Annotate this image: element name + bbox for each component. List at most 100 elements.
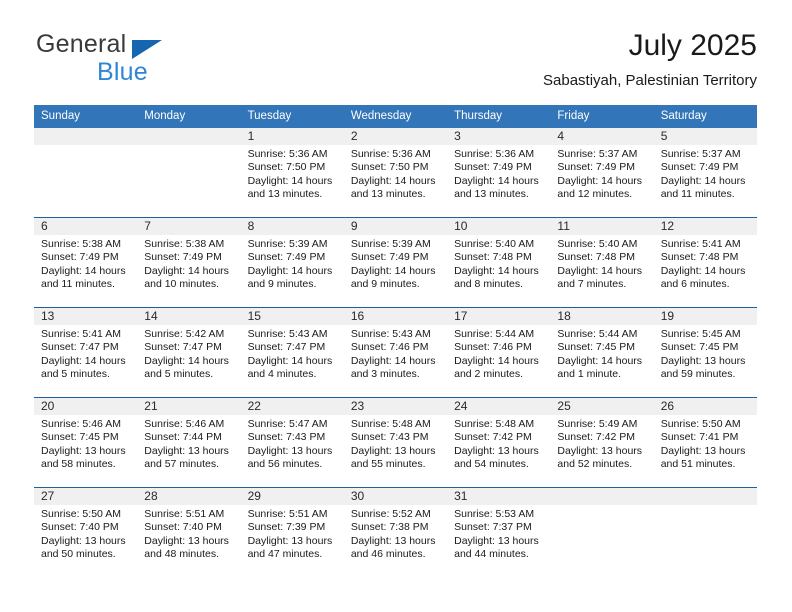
calendar-week-row: 27 Sunrise: 5:50 AM Sunset: 7:40 PM Dayligh… — [34, 487, 757, 577]
daylight-text-line1: Daylight: 14 hours — [144, 354, 229, 367]
calendar-day-cell[interactable]: 28 Sunrise: 5:51 AM Sunset: 7:40 PM Dayligh… — [137, 487, 241, 577]
sunrise-text: Sunrise: 5:44 AM — [454, 328, 535, 340]
sunrise-text: Sunrise: 5:46 AM — [144, 418, 225, 430]
daylight-text-line1: Daylight: 13 hours — [660, 354, 746, 367]
daylight-text-line2: and 52 minutes. — [557, 458, 633, 471]
day-number: 3 — [447, 128, 551, 145]
sunset-text: Sunset: 7:45 PM — [660, 341, 739, 354]
calendar-day-cell[interactable]: 19 Sunrise: 5:45 AM Sunset: 7:45 PM Dayligh… — [653, 307, 757, 398]
day-cell-content: 25 Sunrise: 5:49 AM Sunset: 7:42 PM Dayligh… — [550, 398, 654, 487]
calendar-day-cell[interactable]: 25 Sunrise: 5:49 AM Sunset: 7:42 PM Dayligh… — [550, 397, 654, 488]
daylight-text-line1: Daylight: 14 hours — [247, 354, 333, 367]
daylight-text-line2: and 2 minutes. — [454, 368, 524, 381]
day-cell-content: 26 Sunrise: 5:50 AM Sunset: 7:41 PM Dayligh… — [653, 398, 757, 487]
calendar-day-cell[interactable]: 15 Sunrise: 5:43 AM Sunset: 7:47 PM Dayligh… — [240, 307, 344, 398]
calendar-day-cell[interactable]: 24 Sunrise: 5:48 AM Sunset: 7:42 PM Dayligh… — [447, 397, 551, 488]
sunset-text: Sunset: 7:45 PM — [41, 431, 119, 444]
daylight-text-line1: Daylight: 13 hours — [144, 444, 229, 457]
calendar-day-cell[interactable]: 16 Sunrise: 5:43 AM Sunset: 7:46 PM Dayligh… — [343, 307, 448, 398]
calendar-week-row: 1 Sunrise: 5:36 AM Sunset: 7:50 PM Daylight… — [34, 128, 757, 218]
daylight-text-line2: and 56 minutes. — [247, 458, 323, 471]
day-cell-content: 4 Sunrise: 5:37 AM Sunset: 7:49 PM Daylight… — [550, 128, 654, 217]
calendar-day-cell[interactable]: 27 Sunrise: 5:50 AM Sunset: 7:40 PM Dayligh… — [34, 487, 138, 577]
calendar-day-cell[interactable]: 26 Sunrise: 5:50 AM Sunset: 7:41 PM Dayligh… — [653, 397, 757, 488]
calendar-day-cell[interactable]: 10 Sunrise: 5:40 AM Sunset: 7:48 PM Dayligh… — [447, 217, 551, 308]
sunrise-text: Sunrise: 5:41 AM — [660, 238, 741, 250]
daylight-text-line2: and 11 minutes. — [41, 278, 115, 291]
day-cell-content: 5 Sunrise: 5:37 AM Sunset: 7:49 PM Daylight… — [653, 128, 757, 217]
daylight-text-line2: and 50 minutes. — [41, 548, 116, 561]
daylight-text-line1: Daylight: 14 hours — [144, 264, 229, 277]
daylight-text-line1: Daylight: 13 hours — [144, 534, 229, 547]
daylight-text-line1: Daylight: 14 hours — [454, 174, 539, 187]
sunset-text: Sunset: 7:45 PM — [557, 341, 636, 354]
day-number: 21 — [137, 398, 241, 415]
calendar-day-cell[interactable]: 6 Sunrise: 5:38 AM Sunset: 7:49 PM Daylight… — [34, 217, 138, 308]
sunset-text: Sunset: 7:47 PM — [247, 341, 326, 354]
day-cell-content: 16 Sunrise: 5:43 AM Sunset: 7:46 PM Dayligh… — [343, 308, 448, 397]
calendar-day-cell[interactable]: 8 Sunrise: 5:39 AM Sunset: 7:49 PM Daylight… — [240, 217, 344, 308]
calendar-day-cell[interactable]: 31 Sunrise: 5:53 AM Sunset: 7:37 PM Dayligh… — [447, 487, 551, 577]
sunrise-text: Sunrise: 5:40 AM — [454, 238, 535, 250]
day-cell-content: 17 Sunrise: 5:44 AM Sunset: 7:46 PM Dayligh… — [447, 308, 551, 397]
calendar-day-cell[interactable]: 18 Sunrise: 5:44 AM Sunset: 7:45 PM Dayligh… — [550, 307, 654, 398]
calendar-day-cell[interactable]: 1 Sunrise: 5:36 AM Sunset: 7:50 PM Daylight… — [240, 128, 344, 218]
day-details: Sunrise: 5:50 AM Sunset: 7:41 PM Daylight:… — [654, 415, 757, 472]
calendar-day-cell[interactable]: 17 Sunrise: 5:44 AM Sunset: 7:46 PM Dayligh… — [447, 307, 551, 398]
daylight-text-line1: Daylight: 13 hours — [350, 444, 436, 457]
day-number: 18 — [550, 308, 654, 325]
day-number: 10 — [447, 218, 551, 235]
day-number: 4 — [550, 128, 654, 145]
sunset-text: Sunset: 7:49 PM — [144, 251, 222, 264]
daylight-text-line1: Daylight: 14 hours — [557, 264, 643, 277]
sunrise-text: Sunrise: 5:39 AM — [247, 238, 328, 250]
calendar-day-cell[interactable]: 3 Sunrise: 5:36 AM Sunset: 7:49 PM Daylight… — [447, 128, 551, 218]
logo-triangle-icon — [132, 40, 162, 59]
calendar-day-cell[interactable]: 7 Sunrise: 5:38 AM Sunset: 7:49 PM Daylight… — [137, 217, 241, 308]
calendar-day-cell[interactable]: 12 Sunrise: 5:41 AM Sunset: 7:48 PM Dayligh… — [653, 217, 757, 308]
calendar-day-cell[interactable]: 22 Sunrise: 5:47 AM Sunset: 7:43 PM Dayligh… — [240, 397, 344, 488]
calendar-day-cell[interactable]: 13 Sunrise: 5:41 AM Sunset: 7:47 PM Dayligh… — [34, 307, 138, 398]
sunrise-text: Sunrise: 5:37 AM — [557, 148, 638, 160]
general-blue-logo[interactable]: General Blue — [34, 28, 274, 92]
day-details: Sunrise: 5:44 AM Sunset: 7:45 PM Daylight:… — [550, 325, 653, 382]
day-details: Sunrise: 5:38 AM Sunset: 7:49 PM Daylight:… — [34, 235, 137, 292]
daylight-text-line2: and 55 minutes. — [350, 458, 426, 471]
calendar-day-cell[interactable]: 14 Sunrise: 5:42 AM Sunset: 7:47 PM Dayligh… — [137, 307, 241, 398]
daylight-text-line1: Daylight: 13 hours — [41, 534, 126, 547]
day-cell-content: 10 Sunrise: 5:40 AM Sunset: 7:48 PM Dayligh… — [447, 218, 551, 307]
sunrise-text: Sunrise: 5:38 AM — [41, 238, 121, 250]
calendar-day-cell[interactable]: 21 Sunrise: 5:46 AM Sunset: 7:44 PM Dayligh… — [137, 397, 241, 488]
daylight-text-line1: Daylight: 14 hours — [454, 264, 539, 277]
calendar-day-cell[interactable]: 29 Sunrise: 5:51 AM Sunset: 7:39 PM Dayligh… — [240, 487, 344, 577]
day-cell-content: 11 Sunrise: 5:40 AM Sunset: 7:48 PM Dayligh… — [550, 218, 654, 307]
daylight-text-line1: Daylight: 14 hours — [557, 354, 643, 367]
day-details: Sunrise: 5:36 AM Sunset: 7:49 PM Daylight:… — [447, 145, 550, 202]
calendar-empty-cell — [550, 487, 654, 577]
calendar-day-cell[interactable]: 4 Sunrise: 5:37 AM Sunset: 7:49 PM Daylight… — [550, 128, 654, 218]
daylight-text-line2: and 13 minutes. — [247, 188, 323, 201]
logo-text-general: General — [36, 30, 127, 58]
day-details: Sunrise: 5:45 AM Sunset: 7:45 PM Daylight:… — [654, 325, 757, 382]
daylight-text-line2: and 58 minutes. — [41, 458, 116, 471]
day-details: Sunrise: 5:53 AM Sunset: 7:37 PM Daylight:… — [447, 505, 550, 562]
day-details: Sunrise: 5:48 AM Sunset: 7:42 PM Daylight:… — [447, 415, 550, 472]
calendar-day-cell[interactable]: 2 Sunrise: 5:36 AM Sunset: 7:50 PM Daylight… — [343, 128, 448, 218]
day-cell-content: 21 Sunrise: 5:46 AM Sunset: 7:44 PM Dayligh… — [137, 398, 241, 487]
day-number: 31 — [447, 488, 551, 505]
day-cell-content: 12 Sunrise: 5:41 AM Sunset: 7:48 PM Dayligh… — [653, 218, 757, 307]
day-cell-content: 3 Sunrise: 5:36 AM Sunset: 7:49 PM Daylight… — [447, 128, 551, 217]
daylight-text-line1: Daylight: 14 hours — [41, 264, 126, 277]
sunrise-text: Sunrise: 5:41 AM — [41, 328, 121, 340]
calendar-day-cell[interactable]: 30 Sunrise: 5:52 AM Sunset: 7:38 PM Dayligh… — [343, 487, 448, 577]
calendar-day-cell[interactable]: 5 Sunrise: 5:37 AM Sunset: 7:49 PM Daylight… — [653, 128, 757, 218]
calendar-empty-cell — [137, 128, 241, 218]
day-details: Sunrise: 5:51 AM Sunset: 7:39 PM Daylight:… — [241, 505, 344, 562]
sunset-text: Sunset: 7:43 PM — [350, 431, 429, 444]
calendar-day-cell[interactable]: 9 Sunrise: 5:39 AM Sunset: 7:49 PM Daylight… — [343, 217, 448, 308]
sunset-text: Sunset: 7:50 PM — [247, 161, 326, 174]
calendar-day-cell[interactable]: 23 Sunrise: 5:48 AM Sunset: 7:43 PM Dayligh… — [343, 397, 448, 488]
day-number — [34, 128, 138, 145]
calendar-day-cell[interactable]: 11 Sunrise: 5:40 AM Sunset: 7:48 PM Dayligh… — [550, 217, 654, 308]
calendar-day-cell[interactable]: 20 Sunrise: 5:46 AM Sunset: 7:45 PM Dayligh… — [34, 397, 138, 488]
